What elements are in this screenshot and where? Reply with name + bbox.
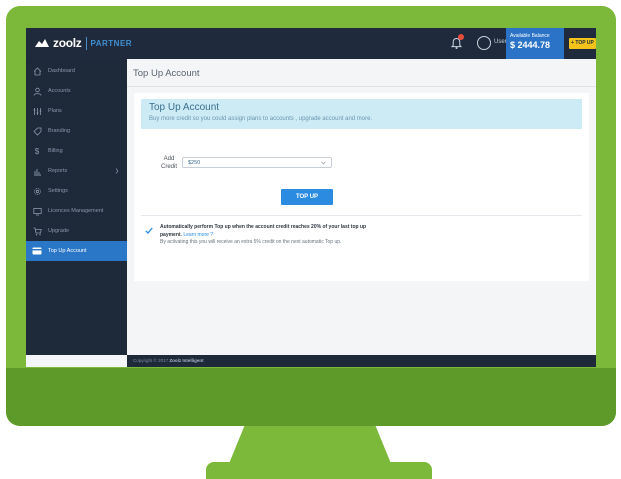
- tag-icon: [32, 126, 42, 136]
- monitor-icon: [32, 206, 42, 216]
- main-content: Top Up Account Top Up Account Buy more c…: [127, 59, 596, 355]
- sidebar-item-label: Branding: [48, 128, 71, 134]
- plans-icon: [32, 106, 42, 116]
- sidebar-item-dashboard[interactable]: Dashboard: [26, 61, 127, 81]
- card-divider: [141, 215, 582, 216]
- balance-value: $ 2444.78: [510, 40, 551, 50]
- checkmark-icon[interactable]: [145, 227, 153, 234]
- sidebar-item-billing[interactable]: $ Billing: [26, 141, 127, 161]
- sidebar-item-licences-management[interactable]: Licences Management: [26, 201, 127, 221]
- credit-amount-select[interactable]: $250: [182, 157, 332, 168]
- chevron-down-icon: [321, 161, 326, 165]
- available-balance: Available Balance $ 2444.78: [506, 28, 564, 59]
- add-credit-label: Add Credit: [160, 156, 177, 170]
- sidebar-item-label: Top Up Account: [48, 248, 87, 254]
- learn-more-link[interactable]: Learn more ?: [183, 232, 213, 238]
- user-menu-label[interactable]: User: [494, 39, 507, 45]
- info-banner: Top Up Account Buy more credit so you co…: [141, 99, 582, 129]
- header-topup-button[interactable]: + TOP UP: [569, 38, 596, 49]
- banner-subtitle: Buy more credit so you could assign plan…: [149, 116, 373, 122]
- home-icon: [32, 66, 42, 76]
- user-avatar-icon[interactable]: [477, 36, 491, 50]
- sidebar-item-label: Upgrade: [48, 228, 70, 234]
- sidebar-item-upgrade[interactable]: Upgrade: [26, 221, 127, 241]
- sidebar-item-plans[interactable]: Plans: [26, 101, 127, 121]
- top-bar: zoolz PARTNER User Available Balance $ 2…: [26, 28, 596, 59]
- auto-topup-note: By activating this you will receive an e…: [160, 239, 342, 245]
- monitor-stand-base: [206, 462, 432, 479]
- sidebar-item-branding[interactable]: Branding: [26, 121, 127, 141]
- title-divider: [127, 86, 596, 87]
- balance-caption: Available Balance: [510, 33, 550, 39]
- notification-badge: [458, 34, 464, 40]
- monitor-stand-neck: [228, 426, 392, 466]
- cloud-logo-icon: [35, 39, 49, 47]
- monitor-chin: [6, 368, 616, 426]
- sidebar-item-accounts[interactable]: Accounts: [26, 81, 127, 101]
- sidebar-item-label: Plans: [48, 108, 62, 114]
- footer-brand: Zoolz Intelligent: [169, 358, 204, 363]
- sidebar-item-label: Accounts: [48, 88, 71, 94]
- sidebar-item-label: Billing: [48, 148, 63, 154]
- auto-topup-option: Automatically perform Top up when the ac…: [160, 224, 370, 247]
- sidebar-item-top-up-account[interactable]: Top Up Account: [26, 241, 127, 261]
- logo-partner-label: PARTNER: [90, 38, 133, 48]
- chevron-right-icon: [115, 168, 119, 174]
- credit-amount-value: $250: [188, 160, 201, 166]
- sidebar-item-label: Licences Management: [48, 208, 104, 214]
- cart-icon: [32, 226, 42, 236]
- gear-icon: [32, 186, 42, 196]
- logo[interactable]: zoolz PARTNER: [34, 36, 132, 50]
- logo-divider: [85, 36, 87, 50]
- dollar-icon: $: [34, 146, 40, 156]
- sidebar-item-label: Reports: [48, 168, 68, 174]
- sidebar-item-settings[interactable]: Settings: [26, 181, 127, 201]
- sidebar-item-reports[interactable]: Reports: [26, 161, 127, 181]
- sidebar-item-label: Dashboard: [48, 68, 75, 74]
- sidebar: Dashboard Accounts Plans Branding $ Bill…: [26, 59, 127, 355]
- topup-card: Top Up Account Buy more credit so you co…: [134, 93, 589, 281]
- sidebar-item-label: Settings: [48, 188, 68, 194]
- copyright-text: Copyright © 2017 Zoolz Intelligent: [133, 358, 204, 363]
- card-icon: [32, 246, 42, 256]
- banner-title: Top Up Account: [149, 102, 220, 113]
- screen: zoolz PARTNER User Available Balance $ 2…: [26, 28, 596, 367]
- copyright-label: Copyright © 2017: [133, 358, 169, 363]
- chart-icon: [32, 166, 42, 176]
- footer: Copyright © 2017 Zoolz Intelligent: [127, 355, 596, 367]
- topup-button[interactable]: TOP UP: [281, 189, 333, 205]
- logo-text: zoolz: [53, 36, 82, 50]
- users-icon: [32, 86, 42, 96]
- page-title: Top Up Account: [133, 68, 200, 79]
